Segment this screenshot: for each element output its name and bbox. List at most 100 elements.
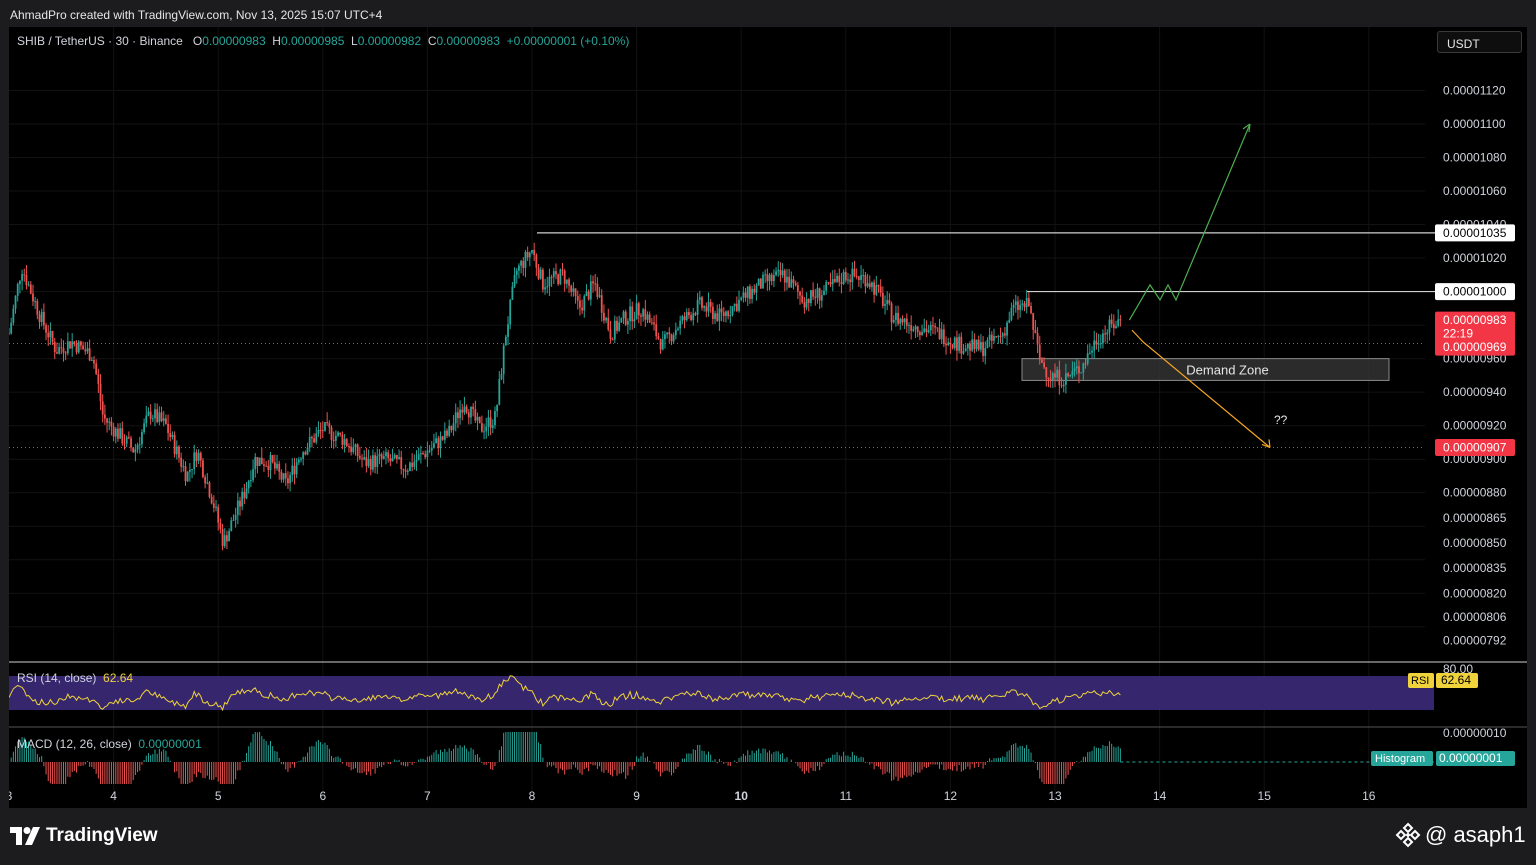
- candle-body: [38, 314, 41, 322]
- candle-body: [576, 295, 579, 301]
- candle-body: [626, 320, 629, 325]
- candle-body: [1067, 373, 1069, 376]
- candle-body: [857, 276, 860, 281]
- candle-body: [718, 308, 721, 321]
- candle-body: [738, 299, 740, 311]
- candle-body: [127, 437, 130, 439]
- attribution-bar: AhmadPro created with TradingView.com, N…: [0, 0, 1536, 27]
- price-tick: 0.00001060: [1443, 184, 1507, 198]
- bullish-projection-arrow[interactable]: [1128, 123, 1251, 321]
- candle-body: [483, 431, 485, 433]
- candle-body: [212, 503, 215, 508]
- candle-body: [786, 276, 788, 283]
- candle-body: [892, 320, 895, 323]
- candle-body: [1106, 332, 1109, 335]
- candle-body: [424, 453, 427, 458]
- candle-body: [1060, 385, 1063, 387]
- symbol-title[interactable]: SHIB / TetherUS · 30 · Binance: [17, 34, 183, 48]
- candle-body: [903, 318, 906, 323]
- watermark: @ asaph1: [1395, 822, 1526, 848]
- candle-body: [1097, 343, 1100, 345]
- candle-body: [202, 460, 204, 478]
- candle-body: [1003, 333, 1006, 336]
- time-tick: 8: [529, 789, 536, 803]
- candle-body: [949, 342, 952, 345]
- rsi-band: [9, 676, 1434, 710]
- candle-body: [136, 444, 139, 450]
- candle-body: [1041, 359, 1043, 363]
- candle-body: [372, 455, 374, 470]
- candle-body: [977, 339, 980, 350]
- candle-body: [646, 314, 649, 320]
- candle-body: [304, 452, 307, 455]
- candle-body: [751, 288, 753, 299]
- candle-body: [134, 449, 137, 453]
- candle-body: [1051, 373, 1054, 380]
- candle-body: [457, 412, 459, 419]
- candle-body: [428, 450, 431, 452]
- candle-body: [727, 311, 730, 317]
- candle-body: [1080, 372, 1083, 374]
- candle-body: [679, 320, 682, 329]
- candle-body: [836, 275, 838, 282]
- candle-body: [642, 309, 645, 317]
- candle-body: [186, 471, 189, 482]
- candle-body: [476, 416, 479, 421]
- candle-body: [559, 269, 562, 285]
- candle-body: [75, 343, 78, 353]
- candle-body: [467, 412, 470, 418]
- level-badge-top-text: 0.00001035: [1443, 226, 1507, 240]
- price-tick: 0.00001080: [1443, 150, 1507, 164]
- candle-body: [1017, 301, 1019, 311]
- candle-body: [581, 307, 584, 311]
- candle-body: [764, 274, 767, 276]
- candle-body: [947, 342, 950, 346]
- candle-body: [276, 463, 278, 469]
- candle-body: [633, 319, 636, 322]
- candle-body: [40, 311, 43, 322]
- candle-body: [1075, 366, 1078, 369]
- candle-body: [199, 452, 202, 461]
- candle-body: [942, 329, 945, 344]
- candle-body: [905, 318, 908, 326]
- candle-body: [594, 283, 597, 285]
- candle-body: [990, 334, 993, 341]
- candle-body: [239, 500, 241, 507]
- macd-label[interactable]: MACD (12, 26, close): [17, 737, 132, 751]
- candle-body: [550, 276, 553, 278]
- candle-body: [184, 466, 187, 482]
- candle-body: [191, 468, 193, 470]
- candle-body: [147, 411, 150, 416]
- candle-body: [284, 473, 287, 479]
- price-chart-svg[interactable]: Demand Zone?? 0.00001120 0.00001100 0.00001…: [9, 27, 1527, 808]
- candle-body: [677, 328, 679, 330]
- candle-body: [740, 297, 743, 300]
- candle-body: [121, 428, 124, 444]
- attribution-text: AhmadPro created with TradingView.com, N…: [10, 8, 383, 22]
- bearish-projection-arrow[interactable]: [1131, 329, 1271, 448]
- candle-body: [607, 317, 610, 330]
- candle-body: [1099, 343, 1102, 345]
- candle-body: [356, 444, 359, 457]
- candle-body: [400, 457, 403, 470]
- candle-body: [672, 335, 675, 342]
- currency-button[interactable]: USDT: [1437, 31, 1522, 53]
- candle-body: [840, 282, 843, 284]
- candle-body: [138, 444, 141, 446]
- candle-body: [777, 269, 780, 272]
- candle-body: [722, 312, 725, 316]
- time-tick: 13: [1048, 789, 1062, 803]
- candle-body: [851, 268, 854, 283]
- candle-body: [23, 274, 26, 276]
- candle-body: [518, 265, 520, 271]
- candle-body: [232, 519, 235, 521]
- candle-body: [962, 351, 965, 354]
- time-tick: 7: [424, 789, 431, 803]
- rsi-label[interactable]: RSI (14, close): [17, 671, 96, 685]
- candle-body: [463, 406, 466, 413]
- tradingview-logo[interactable]: TradingView: [10, 825, 158, 847]
- candle-body: [1104, 333, 1107, 335]
- candle-body: [221, 528, 224, 547]
- candle-body: [1110, 319, 1113, 324]
- chart-area[interactable]: Demand Zone?? 0.00001120 0.00001100 0.00001…: [9, 27, 1527, 808]
